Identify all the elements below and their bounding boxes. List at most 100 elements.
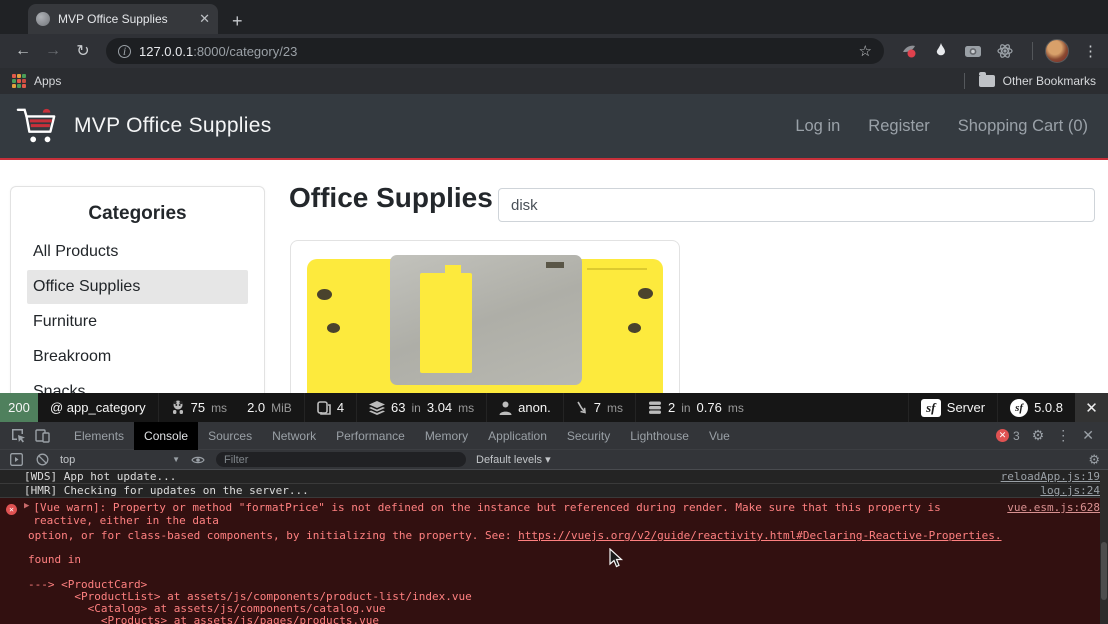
toolbar-close-button[interactable]: ✕ (1075, 393, 1108, 422)
floppy-disk-body (307, 255, 663, 393)
scrollbar-thumb[interactable] (1101, 542, 1107, 600)
forms-segment[interactable]: 4 (303, 393, 356, 422)
product-image-floppy-disk (303, 253, 667, 393)
sidebar-item-office-supplies[interactable]: Office Supplies (27, 270, 248, 304)
new-tab-button[interactable]: + (232, 12, 243, 30)
login-link[interactable]: Log in (795, 117, 840, 136)
docs-link[interactable]: https://vuejs.org/v2/guide/reactivity.ht… (518, 529, 1001, 542)
route-segment[interactable]: @ app_category (38, 393, 158, 422)
tab-console[interactable]: Console (134, 421, 199, 450)
browser-menu-icon[interactable]: ⋮ (1083, 42, 1098, 60)
expand-triangle-icon[interactable]: ▶ (24, 501, 29, 527)
tab-lighthouse[interactable]: Lighthouse (620, 422, 699, 450)
devtools-close-icon[interactable]: ✕ (1082, 427, 1094, 444)
sidebar-item-snacks[interactable]: Snacks (27, 375, 248, 393)
sidebar-item-all-products[interactable]: All Products (27, 235, 248, 269)
extension-icon-badge[interactable] (900, 42, 918, 60)
symfony-version: 5.0.8 (1034, 400, 1063, 415)
log-levels-dropdown[interactable]: Default levels ▾ (476, 453, 551, 466)
version-segment[interactable]: sf 5.0.8 (997, 393, 1075, 422)
memory-value: 2.0 (247, 400, 266, 415)
db-segment[interactable]: 2 in 0.76 ms (634, 393, 756, 422)
floppy-shutter (390, 255, 582, 385)
page-title: Office Supplies (289, 182, 493, 213)
profile-avatar[interactable] (1045, 39, 1069, 63)
extension-icon-flame[interactable] (932, 42, 950, 60)
console-sidebar-icon[interactable] (8, 452, 24, 468)
forward-button[interactable]: → (40, 38, 66, 64)
error-count-badge[interactable]: ✕ 3 (996, 429, 1020, 443)
source-link[interactable]: log.js:24 (1040, 484, 1100, 497)
site-title[interactable]: MVP Office Supplies (74, 114, 272, 138)
user-segment[interactable]: anon. (486, 393, 563, 422)
url-text[interactable]: 127.0.0.1:8000/category/23 (139, 44, 297, 59)
tab-close-icon[interactable]: ✕ (199, 11, 210, 27)
reload-button[interactable]: ↻ (70, 38, 96, 64)
arrow-down-icon (576, 401, 588, 415)
tab-network[interactable]: Network (262, 422, 326, 450)
console-scrollbar[interactable] (1100, 470, 1108, 624)
back-button[interactable]: ← (10, 38, 36, 64)
component-stack-trace: ---> <ProductCard> <ProductList> at asse… (28, 578, 472, 624)
tab-vue[interactable]: Vue (699, 422, 740, 450)
tab-elements[interactable]: Elements (64, 422, 134, 450)
tab-memory[interactable]: Memory (415, 422, 478, 450)
bookmark-star-icon[interactable]: ☆ (859, 42, 872, 60)
bookmarks-bar: Apps Other Bookmarks (0, 68, 1108, 94)
tab-sources[interactable]: Sources (198, 422, 262, 450)
page-content: Categories All Products Office Supplies … (0, 160, 1108, 393)
console-output: [WDS] App hot update... reloadApp.js:19 … (0, 470, 1108, 624)
error-icon: ✕ (6, 504, 17, 515)
tab-application[interactable]: Application (478, 422, 557, 450)
extension-icon-atom[interactable] (996, 42, 1014, 60)
time-value: 75 (190, 400, 206, 415)
other-bookmarks-label[interactable]: Other Bookmarks (1003, 74, 1096, 88)
console-log-row: [WDS] App hot update... reloadApp.js:19 (0, 470, 1108, 484)
source-link[interactable]: reloadApp.js:19 (1001, 470, 1100, 483)
tab-title: MVP Office Supplies (58, 12, 168, 26)
profiler-segment[interactable]: 75 ms 2.0 MiB (157, 393, 304, 422)
product-card[interactable] (290, 240, 680, 393)
browser-tab[interactable]: MVP Office Supplies ✕ (28, 4, 218, 34)
extensions-area (894, 42, 1020, 60)
inspect-element-icon[interactable] (6, 424, 30, 448)
categories-panel: Categories All Products Office Supplies … (10, 186, 265, 393)
extension-icon-camera[interactable] (964, 42, 982, 60)
register-link[interactable]: Register (868, 117, 929, 136)
console-filter-input[interactable] (216, 452, 466, 467)
status-code-badge[interactable]: 200 (0, 393, 38, 422)
browser-tab-strip: MVP Office Supplies ✕ + (0, 0, 1108, 34)
tab-security[interactable]: Security (557, 422, 620, 450)
device-toolbar-icon[interactable] (30, 424, 54, 448)
database-icon (648, 401, 662, 415)
twig-segment[interactable]: 63 in 3.04 ms (356, 393, 486, 422)
url-host: 127.0.0.1 (139, 43, 194, 59)
live-expression-eye-icon[interactable] (190, 452, 206, 468)
cart-logo-icon[interactable] (14, 105, 60, 147)
sidebar-item-breakroom[interactable]: Breakroom (27, 340, 248, 374)
context-selector[interactable]: top ▼ (60, 454, 180, 466)
apps-label[interactable]: Apps (34, 74, 61, 88)
devtools-settings-icon[interactable]: ⚙ (1032, 427, 1045, 444)
server-segment[interactable]: sf Server (907, 393, 997, 422)
symfony-debug-toolbar: 200 @ app_category 75 ms 2.0 MiB 4 63 in… (0, 393, 1108, 422)
ajax-time: 7 (593, 400, 601, 415)
page-info-icon[interactable]: i (118, 44, 131, 58)
tab-performance[interactable]: Performance (326, 422, 415, 450)
address-bar[interactable]: i 127.0.0.1:8000/category/23 ☆ (106, 38, 884, 64)
apps-grid-icon[interactable] (12, 74, 26, 88)
ajax-segment[interactable]: 7 ms (562, 393, 635, 422)
console-error-row: ✕ ▶ [Vue warn]: Property or method "form… (0, 498, 1108, 624)
console-settings-icon[interactable]: ⚙ (1088, 452, 1100, 468)
shopping-cart-link[interactable]: Shopping Cart (0) (958, 117, 1088, 136)
sidebar-item-furniture[interactable]: Furniture (27, 305, 248, 339)
chevron-down-icon: ▼ (172, 455, 180, 464)
user-value: anon. (518, 400, 551, 415)
search-input[interactable] (498, 188, 1095, 222)
bookmarks-divider (963, 73, 965, 89)
forms-count: 4 (336, 400, 345, 415)
url-path: :8000/category/23 (193, 43, 298, 59)
source-link[interactable]: vue.esm.js:628 (997, 501, 1100, 527)
clear-console-icon[interactable] (34, 452, 50, 468)
devtools-menu-icon[interactable]: ⋮ (1056, 427, 1070, 444)
